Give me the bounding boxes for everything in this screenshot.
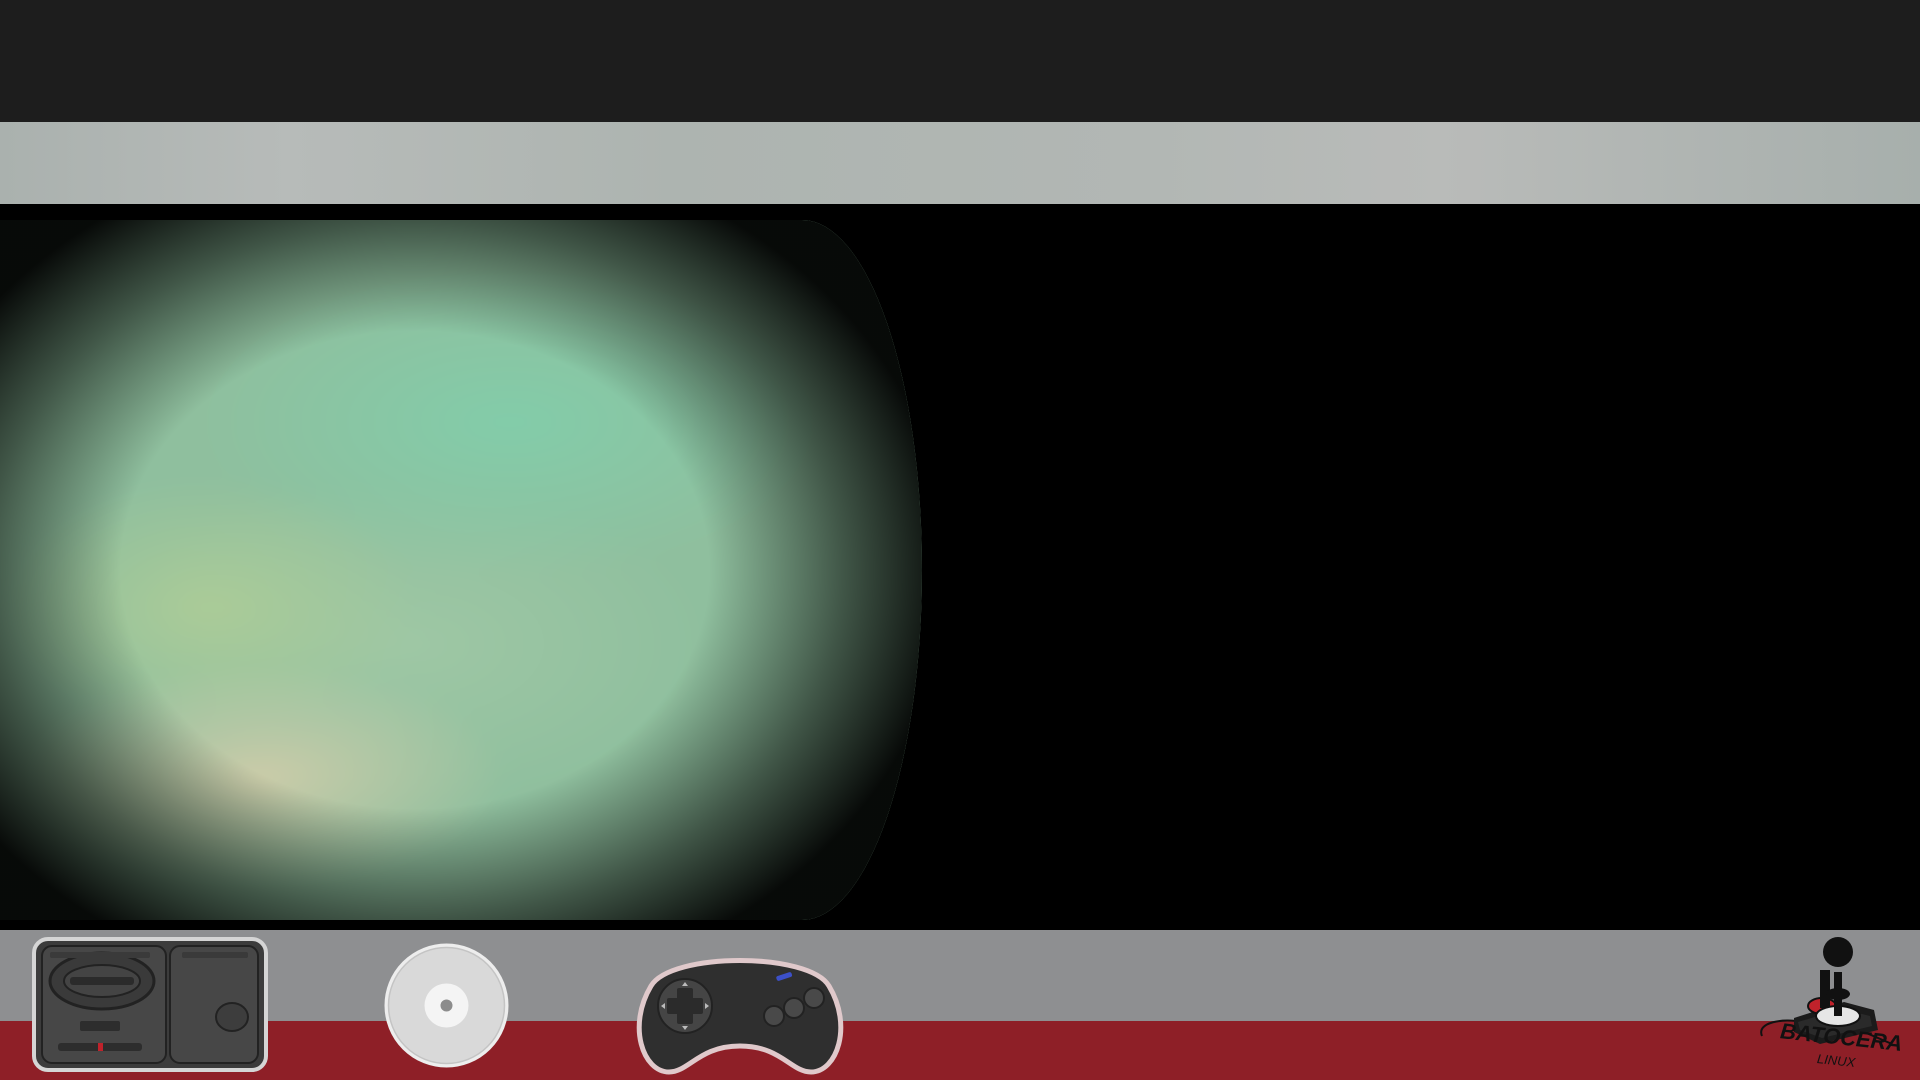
footer-gray-band [0,930,1920,1021]
top-bar [0,0,1920,122]
game-viewport [0,204,1920,930]
megadrive-gamepad-icon[interactable] [631,946,849,1076]
game-screenshot [0,220,922,920]
cd-disc-icon[interactable] [383,942,510,1069]
screenshot-vignette [0,220,922,920]
footer-red-band [0,1021,1920,1080]
game-view-screen: BATOCERA LINUX [0,0,1920,1080]
header-band [0,122,1920,204]
megadrive-console-icon[interactable] [32,937,268,1072]
